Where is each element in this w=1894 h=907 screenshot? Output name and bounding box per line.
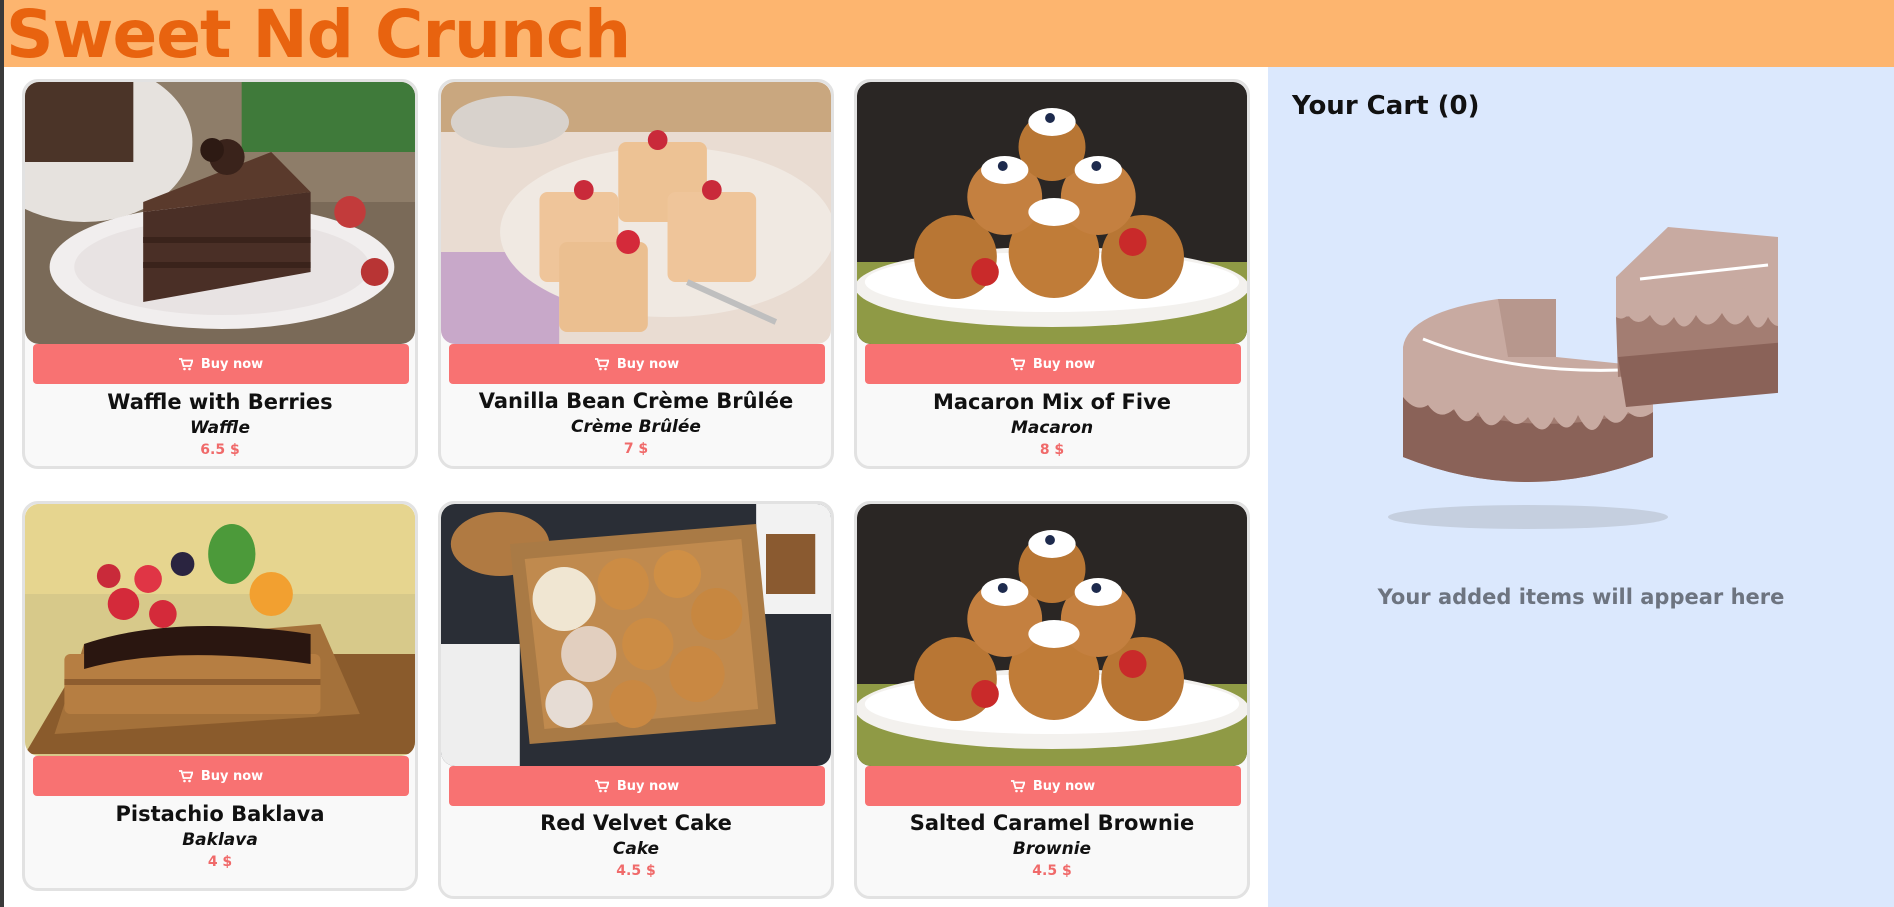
product-image xyxy=(857,82,1247,344)
empty-cart-message: Your added items will appear here xyxy=(1377,585,1785,609)
product-price: 4.5 $ xyxy=(616,863,656,879)
product-category: Crème Brûlée xyxy=(571,417,701,437)
product-price: 4.5 $ xyxy=(1032,863,1072,879)
product-price: 7 $ xyxy=(623,441,649,457)
product-card: Buy now Waffle with Berries Waffle 6.5 $ xyxy=(22,79,418,469)
product-category: Macaron xyxy=(1010,418,1094,438)
buy-now-button[interactable]: Buy now xyxy=(865,344,1241,384)
product-category: Waffle xyxy=(190,418,250,438)
product-category: Baklava xyxy=(182,830,258,850)
product-image xyxy=(25,504,415,756)
product-name: Red Velvet Cake xyxy=(540,811,732,835)
buy-now-button[interactable]: Buy now xyxy=(33,344,409,384)
product-image xyxy=(441,504,831,766)
product-card: Buy now Pistachio Baklava Baklava 4 $ xyxy=(22,501,418,891)
site-title: Sweet Nd Crunch xyxy=(6,0,631,73)
product-card: Buy now Vanilla Bean Crème Brûlée Crème … xyxy=(438,79,834,469)
cart-icon xyxy=(1010,779,1025,792)
buy-now-label: Buy now xyxy=(1032,778,1096,794)
product-price: 4 $ xyxy=(207,854,233,870)
product-card: Buy now Salted Caramel Brownie Brownie 4… xyxy=(854,501,1250,899)
product-price: 6.5 $ xyxy=(200,442,240,458)
buy-now-button[interactable]: Buy now xyxy=(865,766,1241,806)
cake-illustration-icon xyxy=(1388,227,1778,529)
product-card: Buy now Macaron Mix of Five Macaron 8 $ xyxy=(854,79,1250,469)
cart-icon xyxy=(178,357,193,370)
cart-title: Your Cart (0) xyxy=(1292,91,1480,121)
cart-icon xyxy=(1010,357,1025,370)
product-image xyxy=(441,82,831,344)
buy-now-label: Buy now xyxy=(200,356,264,372)
product-image xyxy=(25,82,415,344)
buy-now-label: Buy now xyxy=(616,778,680,794)
buy-now-label: Buy now xyxy=(616,356,680,372)
cart-icon xyxy=(594,357,609,370)
buy-now-label: Buy now xyxy=(1032,356,1096,372)
cart-icon xyxy=(178,769,193,782)
product-name: Pistachio Baklava xyxy=(115,802,325,826)
product-category: Brownie xyxy=(1012,839,1092,859)
cart-icon xyxy=(594,779,609,792)
product-card: Buy now Red Velvet Cake Cake 4.5 $ xyxy=(438,501,834,899)
product-price: 8 $ xyxy=(1039,442,1065,458)
product-image xyxy=(857,504,1247,766)
product-name: Macaron Mix of Five xyxy=(932,390,1172,414)
product-grid: Buy now Waffle with Berries Waffle 6.5 $ xyxy=(4,67,1268,907)
product-name: Salted Caramel Brownie xyxy=(909,811,1195,835)
product-category: Cake xyxy=(612,839,660,859)
cart-panel: Your Cart (0) Your added items will appe… xyxy=(1268,67,1894,907)
product-name: Vanilla Bean Crème Brûlée xyxy=(478,389,794,413)
buy-now-label: Buy now xyxy=(200,768,264,784)
buy-now-button[interactable]: Buy now xyxy=(449,344,825,384)
buy-now-button[interactable]: Buy now xyxy=(449,766,825,806)
buy-now-button[interactable]: Buy now xyxy=(33,756,409,796)
product-name: Waffle with Berries xyxy=(107,390,333,414)
site-header: Sweet Nd Crunch xyxy=(4,0,1894,73)
